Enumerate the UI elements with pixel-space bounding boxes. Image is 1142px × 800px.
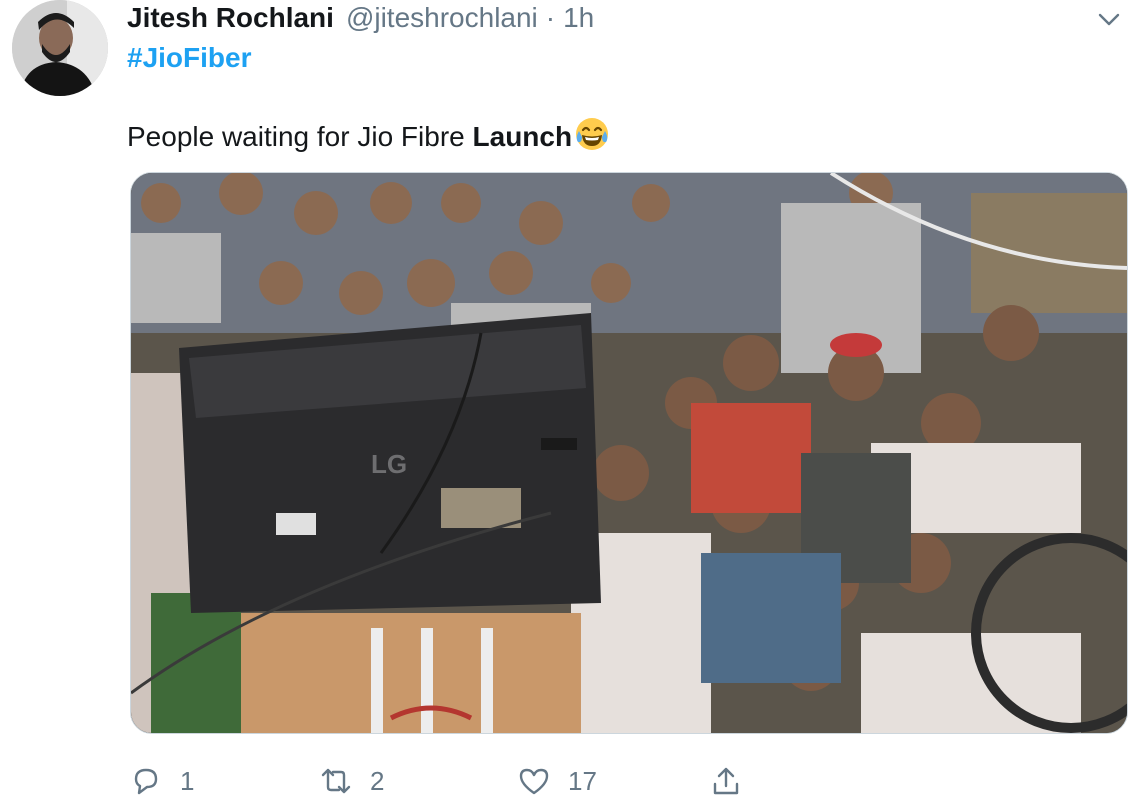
share-icon: [713, 767, 739, 795]
share-button[interactable]: [710, 762, 760, 800]
reply-icon: [134, 768, 158, 795]
reply-button[interactable]: 1: [130, 762, 194, 800]
tweet-text-bold: Launch: [472, 121, 573, 152]
tweet-text: People waiting for Jio Fibre Launch: [127, 116, 610, 153]
chevron-down-icon[interactable]: [1094, 4, 1124, 34]
hashtag-link[interactable]: #JioFiber: [127, 42, 251, 74]
face-with-tears-of-joy-emoji-icon: [574, 116, 610, 152]
tweet-text-plain: People waiting for Jio Fibre: [127, 121, 473, 152]
author-name[interactable]: Jitesh Rochlani: [127, 2, 334, 34]
tweet-photo[interactable]: LG: [130, 172, 1128, 734]
like-button[interactable]: 17: [518, 762, 597, 800]
separator-dot: ·: [545, 2, 556, 33]
like-icon: [519, 768, 549, 795]
tweet-actions: 1 2 17: [130, 762, 750, 800]
tweet-header: Jitesh Rochlani @jiteshrochlani · 1h: [127, 0, 594, 36]
reply-count: 1: [180, 765, 195, 796]
svg-text:LG: LG: [371, 449, 407, 479]
author-avatar[interactable]: [12, 0, 108, 96]
author-handle[interactable]: @jiteshrochlani: [346, 2, 538, 34]
retweet-button[interactable]: 2: [320, 762, 384, 800]
retweet-icon: [321, 768, 351, 794]
tweet-timestamp[interactable]: 1h: [563, 2, 594, 34]
crowd-photo-illustration: LG: [131, 173, 1127, 733]
like-count: 17: [568, 765, 597, 796]
retweet-count: 2: [370, 765, 385, 796]
